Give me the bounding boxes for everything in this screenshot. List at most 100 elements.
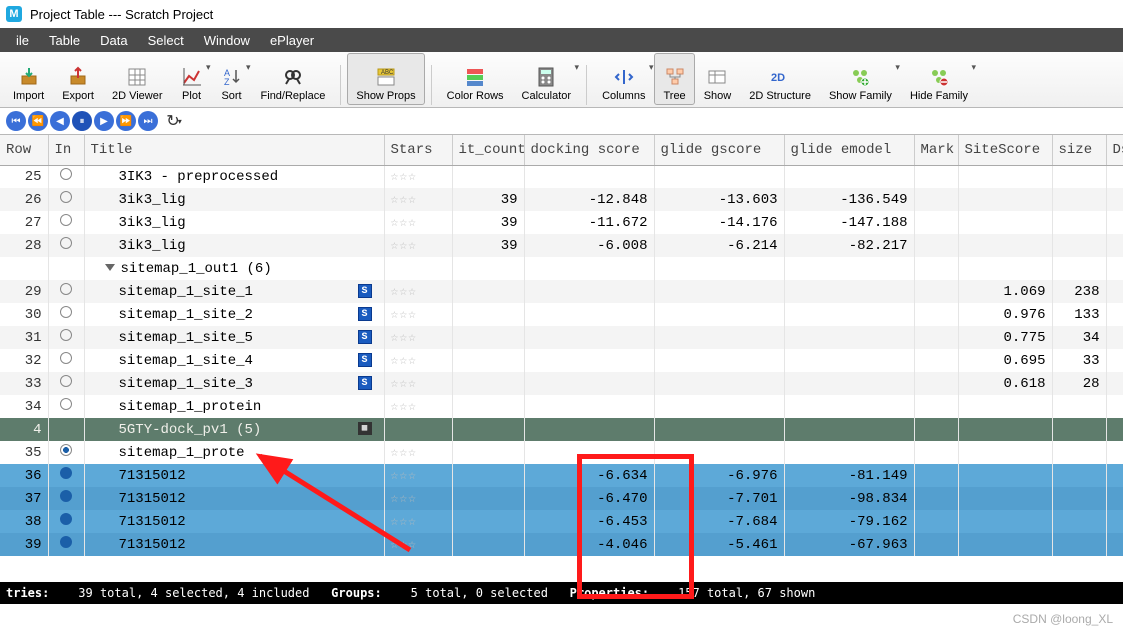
table-row[interactable]: 31sitemap_1_site_5S☆☆☆0.775340.8 <box>0 326 1123 349</box>
stars-cell[interactable]: ☆☆☆ <box>384 280 452 303</box>
in-cell[interactable] <box>48 303 84 326</box>
table-row[interactable]: 3971315012☆☆☆-4.046-5.461-67.963 <box>0 533 1123 556</box>
stars-cell[interactable]: ☆☆☆ <box>384 234 452 257</box>
table-row[interactable]: 3671315012☆☆☆-6.634-6.976-81.149 <box>0 464 1123 487</box>
stars-cell[interactable]: ☆☆☆ <box>384 464 452 487</box>
stars-cell[interactable] <box>384 418 452 441</box>
stars-cell[interactable]: ☆☆☆ <box>384 303 452 326</box>
in-cell[interactable] <box>48 418 84 441</box>
stars-cell[interactable]: ☆☆☆ <box>384 349 452 372</box>
forward-button[interactable]: ⏩ <box>116 111 136 131</box>
table-row[interactable]: 45GTY-dock_pv1 (5)▦ <box>0 418 1123 441</box>
stars-cell[interactable]: ☆☆☆ <box>384 211 452 234</box>
table-row[interactable]: 30sitemap_1_site_2S☆☆☆0.9761331.0 <box>0 303 1123 326</box>
pause-button[interactable]: ⏸ <box>72 111 92 131</box>
title-cell[interactable]: sitemap_1_protein <box>84 395 384 418</box>
title-cell[interactable]: sitemap_1_site_5S <box>84 326 384 349</box>
last-button[interactable]: ⏭ <box>138 111 158 131</box>
col-size[interactable]: size <box>1052 135 1106 165</box>
in-cell[interactable] <box>48 234 84 257</box>
title-cell[interactable]: sitemap_1_site_2S <box>84 303 384 326</box>
col-docking-score[interactable]: docking score <box>524 135 654 165</box>
table-row[interactable]: 283ik3_lig☆☆☆39-6.008-6.214-82.217 <box>0 234 1123 257</box>
col-stars[interactable]: Stars <box>384 135 452 165</box>
col-in[interactable]: In <box>48 135 84 165</box>
stars-cell[interactable]: ☆☆☆ <box>384 510 452 533</box>
in-cell[interactable] <box>48 280 84 303</box>
menu-select[interactable]: Select <box>138 33 194 48</box>
in-cell[interactable] <box>48 441 84 464</box>
stars-cell[interactable]: ☆☆☆ <box>384 441 452 464</box>
title-cell[interactable]: sitemap_1_site_4S <box>84 349 384 372</box>
table-row[interactable]: 34sitemap_1_protein☆☆☆ <box>0 395 1123 418</box>
toolbar-find-replace[interactable]: Find/Replace <box>252 53 335 105</box>
title-cell[interactable]: sitemap_1_prote <box>84 441 384 464</box>
in-cell[interactable] <box>48 349 84 372</box>
toolbar-hide-family[interactable]: Hide Family▾ <box>901 53 977 105</box>
stars-cell[interactable]: ☆☆☆ <box>384 165 452 188</box>
table-row[interactable]: 253IK3 - preprocessed☆☆☆ <box>0 165 1123 188</box>
title-cell[interactable]: sitemap_1_site_3S <box>84 372 384 395</box>
toolbar-calculator[interactable]: Calculator▾ <box>513 53 581 105</box>
toolbar-show[interactable]: Show <box>695 53 741 105</box>
stars-cell[interactable]: ☆☆☆ <box>384 533 452 556</box>
title-cell[interactable]: 71315012 <box>84 464 384 487</box>
in-cell[interactable] <box>48 372 84 395</box>
col-mark[interactable]: Mark <box>914 135 958 165</box>
stars-cell[interactable]: ☆☆☆ <box>384 395 452 418</box>
rewind-button[interactable]: ⏪ <box>28 111 48 131</box>
toolbar-color-rows[interactable]: Color Rows <box>438 53 513 105</box>
table-row[interactable]: 32sitemap_1_site_4S☆☆☆0.695330.6 <box>0 349 1123 372</box>
title-cell[interactable]: sitemap_1_site_1S <box>84 280 384 303</box>
title-cell[interactable]: 71315012 <box>84 510 384 533</box>
prev-button[interactable]: ◀ <box>50 111 70 131</box>
toolbar-2d-structure[interactable]: 2D2D Structure <box>740 53 820 105</box>
in-cell[interactable] <box>48 257 84 280</box>
title-cell[interactable]: 71315012 <box>84 487 384 510</box>
table-row[interactable]: 3771315012☆☆☆-6.470-7.701-98.834 <box>0 487 1123 510</box>
stars-cell[interactable]: ☆☆☆ <box>384 326 452 349</box>
in-cell[interactable] <box>48 395 84 418</box>
title-cell[interactable]: 3ik3_lig <box>84 188 384 211</box>
stars-cell[interactable]: ☆☆☆ <box>384 188 452 211</box>
col-glide-emodel[interactable]: glide emodel <box>784 135 914 165</box>
menu-data[interactable]: Data <box>90 33 137 48</box>
menu-eplayer[interactable]: ePlayer <box>260 33 324 48</box>
table-row[interactable]: 33sitemap_1_site_3S☆☆☆0.618280.5 <box>0 372 1123 395</box>
in-cell[interactable] <box>48 165 84 188</box>
next-button[interactable]: ▶ <box>94 111 114 131</box>
col-row[interactable]: Row <box>0 135 48 165</box>
title-cell[interactable]: 3ik3_lig <box>84 234 384 257</box>
refresh-button[interactable]: ↻▾ <box>164 111 184 131</box>
menu-ile[interactable]: ile <box>6 33 39 48</box>
col-it-count[interactable]: it_count <box>452 135 524 165</box>
col-sitescore[interactable]: SiteScore <box>958 135 1052 165</box>
project-table[interactable]: RowInTitleStarsit_countdocking score glid… <box>0 134 1123 604</box>
menu-table[interactable]: Table <box>39 33 90 48</box>
stars-cell[interactable]: ☆☆☆ <box>384 372 452 395</box>
in-cell[interactable] <box>48 188 84 211</box>
table-row[interactable]: 29sitemap_1_site_1S☆☆☆1.0692381.0 <box>0 280 1123 303</box>
toolbar-tree[interactable]: Tree <box>654 53 694 105</box>
toolbar-show-family[interactable]: Show Family▾ <box>820 53 901 105</box>
title-cell[interactable]: 5GTY-dock_pv1 (5)▦ <box>84 418 384 441</box>
first-button[interactable]: ⏮ <box>6 111 26 131</box>
table-row[interactable]: 263ik3_lig☆☆☆39-12.848-13.603-136.549 <box>0 188 1123 211</box>
toolbar-plot[interactable]: Plot▾ <box>172 53 212 105</box>
toolbar-export[interactable]: Export <box>53 53 103 105</box>
col-title[interactable]: Title <box>84 135 384 165</box>
col-dsco[interactable]: Dsco <box>1106 135 1123 165</box>
title-cell[interactable]: 71315012 <box>84 533 384 556</box>
in-cell[interactable] <box>48 211 84 234</box>
toolbar-import[interactable]: Import <box>4 53 53 105</box>
title-cell[interactable]: 3ik3_lig <box>84 211 384 234</box>
toolbar-2d-viewer[interactable]: 2D Viewer <box>103 53 172 105</box>
menu-window[interactable]: Window <box>194 33 260 48</box>
in-cell[interactable] <box>48 326 84 349</box>
toolbar-columns[interactable]: Columns▾ <box>593 53 654 105</box>
table-row[interactable]: 273ik3_lig☆☆☆39-11.672-14.176-147.188 <box>0 211 1123 234</box>
in-cell[interactable] <box>48 464 84 487</box>
in-cell[interactable] <box>48 487 84 510</box>
table-row[interactable]: 35sitemap_1_prote☆☆☆ <box>0 441 1123 464</box>
table-row[interactable]: sitemap_1_out1 (6) <box>0 257 1123 280</box>
